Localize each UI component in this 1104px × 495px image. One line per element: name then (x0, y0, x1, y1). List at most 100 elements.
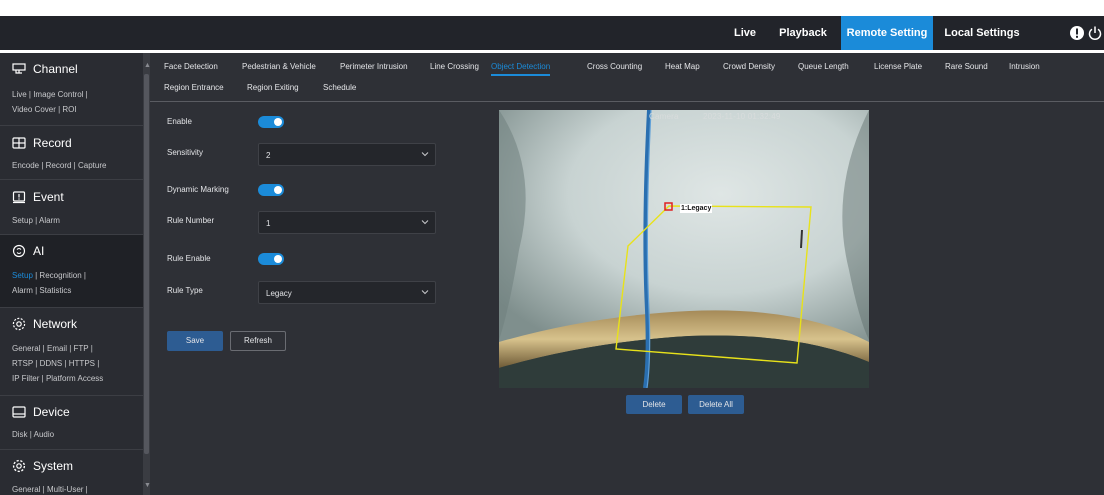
sidebar-title-label: AI (33, 244, 45, 258)
rule-area-label: 1:Legacy (680, 204, 713, 213)
tab-pedestrian-vehicle[interactable]: Pedestrian & Vehicle (242, 59, 316, 81)
record-icon (12, 137, 26, 149)
rule-type-label: Rule Type (167, 286, 203, 295)
chevron-up-icon[interactable]: ▲ (144, 62, 151, 70)
tab-heat-map[interactable]: Heat Map (665, 59, 700, 81)
gear-icon (12, 459, 26, 473)
enable-label: Enable (167, 117, 192, 126)
sidebar-group-ai: AI Setup | Recognition | Alarm | Statist… (0, 235, 143, 308)
ai-icon (12, 244, 26, 258)
network-icon (12, 317, 26, 331)
chevron-down-icon[interactable]: ▼ (144, 482, 151, 490)
sidebar-link-line[interactable]: General | Email | FTP | (12, 341, 103, 356)
sidebar-title-label: Channel (33, 62, 78, 76)
sidebar-group-system: System General | Multi-User | (0, 450, 143, 495)
tab-region-entrance[interactable]: Region Entrance (164, 80, 224, 102)
camera-scene (499, 110, 869, 388)
tab-region-exiting[interactable]: Region Exiting (247, 80, 299, 102)
tab-object-detection[interactable]: Object Detection (491, 59, 551, 81)
sidebar-links-system[interactable]: General | Multi-User | (12, 482, 88, 495)
camera-name-overlay: Camera (649, 112, 679, 121)
rule-type-value: Legacy (266, 289, 292, 298)
sidebar-link-line[interactable]: Disk | Audio (12, 427, 54, 442)
sidebar-link-line[interactable]: Setup | Alarm (12, 213, 60, 228)
sidebar-group-record: Record Encode | Record | Capture (0, 126, 143, 180)
chevron-down-icon (421, 290, 429, 295)
sidebar-link-line[interactable]: Alarm | Statistics (12, 283, 86, 298)
main-header: Live Playback Remote Setting Local Setti… (0, 16, 1104, 50)
tab-rare-sound[interactable]: Rare Sound (945, 59, 988, 81)
dynamic-marking-label: Dynamic Marking (167, 185, 229, 194)
rule-number-select[interactable]: 1 (258, 211, 436, 234)
sidebar-link-line[interactable]: Live | Image Control | (12, 87, 88, 102)
tab-license-plate[interactable]: License Plate (874, 59, 922, 81)
event-icon (12, 191, 26, 204)
sidebar-links-device[interactable]: Disk | Audio (12, 427, 54, 442)
sidebar-link-line[interactable]: Video Cover | ROI (12, 102, 88, 117)
tab-row-primary: Face Detection Pedestrian & Vehicle Peri… (150, 59, 1104, 81)
tabs-divider (150, 101, 1104, 102)
tab-crowd-density[interactable]: Crowd Density (723, 59, 775, 81)
camera-preview[interactable]: Camera 2023-11-10 01:32:49 1:Legacy (499, 110, 869, 388)
nav-remote-setting[interactable]: Remote Setting (841, 16, 933, 50)
delete-all-button[interactable]: Delete All (688, 395, 744, 414)
nav-live[interactable]: Live (722, 16, 768, 50)
enable-toggle[interactable] (258, 116, 284, 128)
tab-line-crossing[interactable]: Line Crossing (430, 59, 479, 81)
tab-perimeter-intrusion[interactable]: Perimeter Intrusion (340, 59, 408, 81)
sidebar-link-line[interactable]: Encode | Record | Capture (12, 158, 106, 173)
sidebar-links-record[interactable]: Encode | Record | Capture (12, 158, 106, 173)
tab-schedule[interactable]: Schedule (323, 80, 356, 102)
sidebar-link-line[interactable]: RTSP | DDNS | HTTPS | (12, 356, 103, 371)
sidebar-title-label: Record (33, 136, 72, 150)
main-panel: Face Detection Pedestrian & Vehicle Peri… (150, 53, 1104, 495)
sidebar-scrollbar-thumb[interactable] (144, 74, 149, 454)
sidebar-title-label: Device (33, 405, 70, 419)
app-window: Live Playback Remote Setting Local Setti… (0, 0, 1104, 495)
dynamic-marking-toggle[interactable] (258, 184, 284, 196)
tab-cross-counting[interactable]: Cross Counting (587, 59, 642, 81)
sidebar-group-network: Network General | Email | FTP | RTSP | D… (0, 308, 143, 396)
sidebar-link-line[interactable]: IP Filter | Platform Access (12, 371, 103, 386)
device-icon (12, 406, 26, 418)
sensitivity-select[interactable]: 2 (258, 143, 436, 166)
sidebar-group-event: Event Setup | Alarm (0, 180, 143, 235)
sidebar-group-channel: Channel Live | Image Control | Video Cov… (0, 53, 143, 126)
nav-local-settings[interactable]: Local Settings (937, 16, 1027, 50)
tab-intrusion[interactable]: Intrusion (1009, 59, 1040, 81)
sidebar-links-ai[interactable]: Setup | Recognition | Alarm | Statistics (12, 268, 86, 298)
rule-enable-toggle[interactable] (258, 253, 284, 265)
sidebar-link-recognition[interactable]: | Recognition | (33, 271, 86, 280)
sidebar-links-event[interactable]: Setup | Alarm (12, 213, 60, 228)
delete-button[interactable]: Delete (626, 395, 682, 414)
sensitivity-value: 2 (266, 151, 271, 160)
top-strip (0, 0, 1104, 16)
sidebar-group-device: Device Disk | Audio (0, 396, 143, 450)
sidebar-title-label: Event (33, 190, 64, 204)
tab-face-detection[interactable]: Face Detection (164, 59, 218, 81)
rule-enable-label: Rule Enable (167, 254, 211, 263)
sidebar-title-label: System (33, 459, 74, 473)
channel-icon (12, 63, 26, 74)
sidebar: Channel Live | Image Control | Video Cov… (0, 53, 150, 495)
nav-playback[interactable]: Playback (773, 16, 833, 50)
sidebar-title-label: Network (33, 317, 78, 331)
tab-row-secondary: Region Entrance Region Exiting Schedule (150, 80, 1104, 102)
sidebar-link-line[interactable]: General | Multi-User | (12, 482, 88, 495)
rule-number-label: Rule Number (167, 216, 215, 225)
chevron-down-icon (421, 220, 429, 225)
save-button[interactable]: Save (167, 331, 223, 351)
chevron-down-icon (421, 152, 429, 157)
sidebar-link-setup[interactable]: Setup (12, 271, 33, 280)
sidebar-links-channel[interactable]: Live | Image Control | Video Cover | ROI (12, 87, 88, 117)
sensitivity-label: Sensitivity (167, 148, 204, 157)
sidebar-links-network[interactable]: General | Email | FTP | RTSP | DDNS | HT… (12, 341, 103, 386)
rule-number-value: 1 (266, 219, 271, 228)
power-icon[interactable] (1087, 25, 1103, 41)
rule-type-select[interactable]: Legacy (258, 281, 436, 304)
tab-queue-length[interactable]: Queue Length (798, 59, 849, 81)
alert-icon[interactable] (1069, 25, 1085, 41)
timestamp-overlay: 2023-11-10 01:32:49 (703, 112, 781, 121)
refresh-button[interactable]: Refresh (230, 331, 286, 351)
sidebar-link-line[interactable]: Setup | Recognition | (12, 268, 86, 283)
